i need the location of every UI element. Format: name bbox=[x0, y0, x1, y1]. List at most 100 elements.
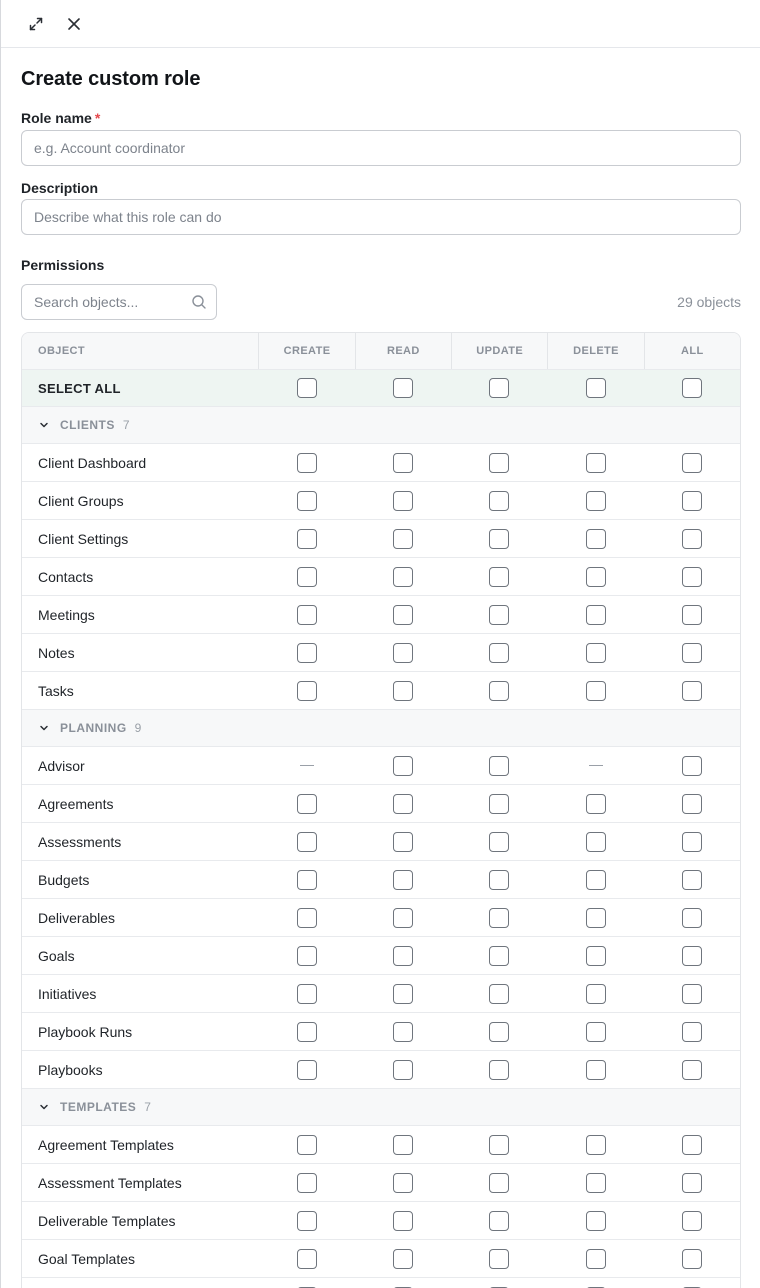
update-checkbox[interactable] bbox=[489, 452, 510, 473]
all-checkbox[interactable] bbox=[681, 1248, 702, 1269]
all-checkbox[interactable] bbox=[681, 945, 702, 966]
all-checkbox[interactable] bbox=[681, 869, 702, 890]
read-checkbox[interactable] bbox=[392, 528, 413, 549]
close-button[interactable] bbox=[62, 12, 86, 36]
all-checkbox[interactable] bbox=[681, 604, 702, 625]
read-checkbox[interactable] bbox=[392, 680, 413, 701]
select-all-all-checkbox[interactable] bbox=[681, 378, 702, 398]
all-checkbox[interactable] bbox=[681, 1134, 702, 1155]
update-checkbox[interactable] bbox=[489, 831, 510, 852]
create-checkbox[interactable] bbox=[296, 945, 317, 966]
all-checkbox[interactable] bbox=[681, 490, 702, 511]
read-checkbox[interactable] bbox=[392, 945, 413, 966]
create-checkbox[interactable] bbox=[296, 831, 317, 852]
read-checkbox[interactable] bbox=[392, 1134, 413, 1155]
delete-checkbox[interactable] bbox=[585, 793, 606, 814]
read-checkbox[interactable] bbox=[392, 1248, 413, 1269]
all-checkbox[interactable] bbox=[681, 1210, 702, 1231]
create-checkbox[interactable] bbox=[296, 1248, 317, 1269]
update-checkbox[interactable] bbox=[489, 1248, 510, 1269]
read-checkbox[interactable] bbox=[392, 793, 413, 814]
delete-checkbox[interactable] bbox=[585, 566, 606, 587]
delete-checkbox[interactable] bbox=[585, 642, 606, 663]
delete-checkbox[interactable] bbox=[585, 1021, 606, 1042]
create-checkbox[interactable] bbox=[296, 1059, 317, 1080]
create-checkbox[interactable] bbox=[296, 642, 317, 663]
update-checkbox[interactable] bbox=[489, 1021, 510, 1042]
expand-button[interactable] bbox=[24, 12, 48, 36]
delete-checkbox[interactable] bbox=[585, 831, 606, 852]
create-checkbox[interactable] bbox=[296, 983, 317, 1004]
read-checkbox[interactable] bbox=[392, 452, 413, 473]
create-checkbox[interactable] bbox=[296, 604, 317, 625]
delete-checkbox[interactable] bbox=[585, 1210, 606, 1231]
create-checkbox[interactable] bbox=[296, 793, 317, 814]
update-checkbox[interactable] bbox=[489, 907, 510, 928]
read-checkbox[interactable] bbox=[392, 1210, 413, 1231]
read-checkbox[interactable] bbox=[392, 755, 413, 776]
read-checkbox[interactable] bbox=[392, 490, 413, 511]
create-checkbox[interactable] bbox=[296, 452, 317, 473]
all-checkbox[interactable] bbox=[681, 642, 702, 663]
delete-checkbox[interactable] bbox=[585, 907, 606, 928]
all-checkbox[interactable] bbox=[681, 1021, 702, 1042]
delete-checkbox[interactable] bbox=[585, 1248, 606, 1269]
read-checkbox[interactable] bbox=[392, 642, 413, 663]
update-checkbox[interactable] bbox=[489, 755, 510, 776]
update-checkbox[interactable] bbox=[489, 1210, 510, 1231]
create-checkbox[interactable] bbox=[296, 566, 317, 587]
delete-checkbox[interactable] bbox=[585, 1172, 606, 1193]
update-checkbox[interactable] bbox=[489, 642, 510, 663]
all-checkbox[interactable] bbox=[681, 1059, 702, 1080]
create-checkbox[interactable] bbox=[296, 680, 317, 701]
read-checkbox[interactable] bbox=[392, 604, 413, 625]
create-checkbox[interactable] bbox=[296, 1210, 317, 1231]
all-checkbox[interactable] bbox=[681, 755, 702, 776]
update-checkbox[interactable] bbox=[489, 1134, 510, 1155]
delete-checkbox[interactable] bbox=[585, 452, 606, 473]
create-checkbox[interactable] bbox=[296, 869, 317, 890]
all-checkbox[interactable] bbox=[681, 793, 702, 814]
update-checkbox[interactable] bbox=[489, 604, 510, 625]
read-checkbox[interactable] bbox=[392, 566, 413, 587]
update-checkbox[interactable] bbox=[489, 566, 510, 587]
delete-checkbox[interactable] bbox=[585, 869, 606, 890]
all-checkbox[interactable] bbox=[681, 566, 702, 587]
all-checkbox[interactable] bbox=[681, 907, 702, 928]
update-checkbox[interactable] bbox=[489, 945, 510, 966]
group-header-clients[interactable]: CLIENTS 7 bbox=[22, 407, 740, 444]
update-checkbox[interactable] bbox=[489, 1059, 510, 1080]
read-checkbox[interactable] bbox=[392, 983, 413, 1004]
update-checkbox[interactable] bbox=[489, 793, 510, 814]
all-checkbox[interactable] bbox=[681, 452, 702, 473]
role-name-input[interactable] bbox=[21, 130, 741, 166]
all-checkbox[interactable] bbox=[681, 528, 702, 549]
create-checkbox[interactable] bbox=[296, 490, 317, 511]
delete-checkbox[interactable] bbox=[585, 490, 606, 511]
read-checkbox[interactable] bbox=[392, 1059, 413, 1080]
delete-checkbox[interactable] bbox=[585, 604, 606, 625]
update-checkbox[interactable] bbox=[489, 869, 510, 890]
create-checkbox[interactable] bbox=[296, 1172, 317, 1193]
delete-checkbox[interactable] bbox=[585, 528, 606, 549]
create-checkbox[interactable] bbox=[296, 1021, 317, 1042]
select-all-update-checkbox[interactable] bbox=[489, 378, 510, 398]
select-all-delete-checkbox[interactable] bbox=[585, 378, 606, 398]
read-checkbox[interactable] bbox=[392, 907, 413, 928]
select-all-create-checkbox[interactable] bbox=[296, 378, 317, 398]
read-checkbox[interactable] bbox=[392, 831, 413, 852]
read-checkbox[interactable] bbox=[392, 869, 413, 890]
create-checkbox[interactable] bbox=[296, 528, 317, 549]
delete-checkbox[interactable] bbox=[585, 1134, 606, 1155]
delete-checkbox[interactable] bbox=[585, 1059, 606, 1080]
create-checkbox[interactable] bbox=[296, 907, 317, 928]
delete-checkbox[interactable] bbox=[585, 680, 606, 701]
search-input[interactable] bbox=[21, 284, 217, 320]
all-checkbox[interactable] bbox=[681, 831, 702, 852]
delete-checkbox[interactable] bbox=[585, 945, 606, 966]
group-header-planning[interactable]: PLANNING 9 bbox=[22, 710, 740, 747]
read-checkbox[interactable] bbox=[392, 1021, 413, 1042]
create-checkbox[interactable] bbox=[296, 1134, 317, 1155]
all-checkbox[interactable] bbox=[681, 680, 702, 701]
description-input[interactable] bbox=[21, 199, 741, 235]
